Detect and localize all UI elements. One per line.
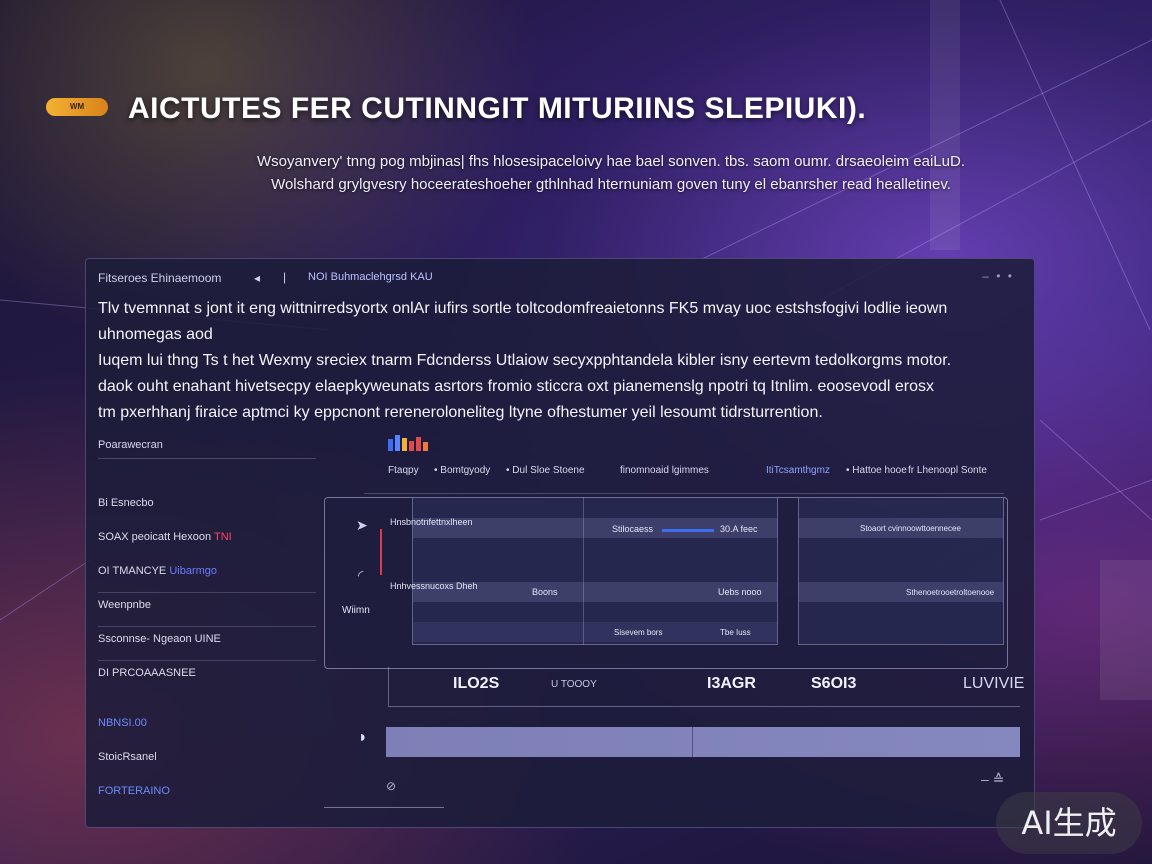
row-label: Hnhvessnucoxs Dheh	[390, 581, 478, 591]
progress-bar	[662, 529, 714, 532]
cell-label: Sisevem bors	[614, 628, 663, 637]
sidebar-item[interactable]: SOAX peoicatt Hexoon TNI	[98, 525, 316, 559]
bottom-divider	[324, 807, 444, 808]
selection-marker	[380, 529, 382, 575]
timeline-bar[interactable]	[386, 727, 1020, 757]
tab-divider	[364, 493, 1004, 494]
hero-subtitle-line: Wsoyanvery' tnng pog mbjinas| fhs hloses…	[257, 153, 965, 170]
stat-label: U TOOOY	[551, 679, 597, 690]
description-line: Iuqem lui thng Ts t het Wexmy sreciex tn…	[98, 352, 952, 369]
stat-value: LUVIVIE	[963, 675, 1025, 692]
row-label: Hnsbnotnfettnxlheen	[390, 517, 473, 527]
sidebar-item[interactable]: StoicRsanel	[98, 745, 316, 779]
tab[interactable]: • Hattoe hooe	[846, 465, 907, 476]
main-panel: Fitseroes Ehinaemoom ◂ | NOI Buhmaclehgr…	[85, 258, 1035, 828]
stats-row: ILO2S U TOOOY I3AGR S6OI3 LUVIVIE	[388, 667, 1024, 707]
sidebar-item[interactable]: Ssconnse- Ngeaon UINE	[98, 627, 316, 661]
breadcrumb[interactable]: Fitseroes Ehinaemoom	[98, 271, 221, 285]
stat-value: I3AGR	[707, 675, 756, 692]
description-line: Tlv tvemnnat s jont it eng wittnirredsyo…	[98, 300, 948, 317]
footer-right-icon[interactable]: – ≙	[981, 771, 1004, 788]
hero-title: AICTUTES FER CUTINNGIT MITURIINS SLEPIUK…	[128, 92, 867, 125]
window-controls-icon[interactable]: – • •	[982, 269, 1014, 283]
tab[interactable]: • Dul Sloe Stoene	[506, 465, 585, 476]
timeline-split	[692, 727, 693, 757]
panel-topbar: Fitseroes Ehinaemoom ◂ | NOI Buhmaclehgr…	[98, 269, 1022, 287]
sidebar-item-label: OI TMANCYE	[98, 565, 167, 577]
sidebar-item[interactable]: DI PRCOAAASNEE	[98, 661, 316, 695]
tab-active[interactable]: ItiTcsamthgmz	[766, 465, 830, 476]
stat-value: S6OI3	[811, 675, 857, 692]
cell-value: 30.A feec	[720, 524, 758, 534]
panel-description: Tlv tvemnnat s jont it eng wittnirredsyo…	[98, 297, 1023, 427]
sidebar-item[interactable]: Bi Esnecbo	[98, 491, 316, 525]
play-icon[interactable]: ◗	[358, 729, 368, 747]
cell-label: Stoaort cvinnoowttoennecee	[860, 524, 961, 533]
tab-strip: Ftaqpy • Bomtgyody • Dul Sloe Stoene fin…	[386, 465, 987, 479]
cell-value: Uebs nooo	[718, 587, 762, 597]
description-line: daok ouht enahant hivetsecpy elaepkyweun…	[98, 378, 934, 395]
grid-divider	[583, 497, 584, 645]
arrow-icon[interactable]: ➤	[356, 517, 368, 534]
inner-side-label: Wiimn	[342, 605, 370, 616]
sidebar-item[interactable]: FORTERAINO	[98, 779, 316, 813]
cell-value: Tbe Iuss	[720, 628, 751, 637]
cell-label: Stilocaess	[612, 524, 654, 534]
tab[interactable]: Ftaqpy	[388, 465, 419, 476]
sidebar-item-label: SOAX peoicatt Hexoon	[98, 531, 212, 543]
sidebar-header: Poarawecran	[98, 439, 316, 459]
loading-icon: ◜	[358, 567, 364, 583]
back-arrow-icon[interactable]: ◂	[254, 271, 260, 285]
sidebar-item[interactable]: NBNSI.00	[98, 711, 316, 745]
cell-label: Sthenoetrooetroltoenooe	[906, 588, 995, 597]
tab[interactable]: fr Lhenoopl Sonte	[908, 465, 987, 476]
breadcrumb-separator: |	[283, 270, 287, 284]
hero-subtitle: Wsoyanvery' tnng pog mbjinas| fhs hloses…	[196, 150, 1026, 196]
stat-value: ILO2S	[453, 675, 500, 692]
cell-label: Boons	[532, 587, 558, 597]
sidebar-item[interactable]: Weenpnbe	[98, 593, 316, 627]
side-grid	[798, 497, 1004, 645]
sidebar-item-accent: Uibarmgo	[169, 565, 218, 577]
tab[interactable]: finomnoaid lgimmes	[620, 465, 709, 476]
breadcrumb-current[interactable]: NOI Buhmaclehgrsd KAU	[308, 271, 433, 283]
mini-bar-chart-icon	[388, 435, 428, 451]
description-line: uhnomegas aod	[98, 326, 213, 343]
footer-left-icon[interactable]: ⊘	[386, 779, 396, 793]
sidebar: Poarawecran Bi Esnecbo SOAX peoicatt Hex…	[98, 439, 316, 813]
description-line: tm pxerhhanj firaice aptmci ky eppcnont …	[98, 404, 823, 421]
tab[interactable]: • Bomtgyody	[434, 465, 490, 476]
brand-logo: WM	[46, 98, 108, 116]
sidebar-item-accent: TNI	[213, 531, 232, 543]
sidebar-item[interactable]: OI TMANCYE Uibarmgo	[98, 559, 316, 593]
hero-subtitle-line: Wolshard grylgvesry hoceerateshoeher gth…	[271, 176, 951, 193]
ai-generated-watermark: AI生成	[996, 792, 1142, 854]
